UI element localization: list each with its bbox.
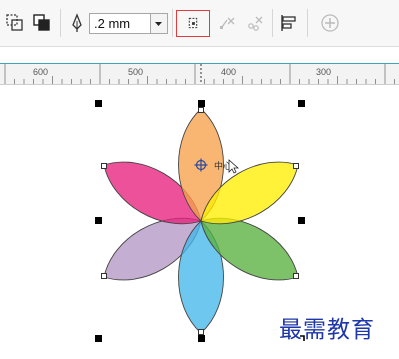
property-toolbar: .2 mm — [0, 0, 399, 47]
handle-bottom-left — [95, 335, 102, 342]
toolbar-separator — [60, 9, 61, 37]
handle-middle-right — [298, 217, 305, 224]
node-select-icon[interactable] — [176, 10, 210, 37]
ruler-label: 500 — [128, 67, 144, 77]
outline-width-dropdown[interactable]: .2 mm — [89, 13, 168, 34]
disconnect-icon — [248, 16, 263, 31]
ruler-ticks — [4, 64, 395, 84]
handle-top-left — [95, 100, 102, 107]
toolbar-separator — [307, 9, 308, 37]
toolbar-separator — [172, 9, 173, 37]
horizontal-ruler[interactable]: 600 500 400 300 — [0, 63, 399, 85]
handle-top-center — [198, 100, 205, 107]
flower-object[interactable] — [93, 108, 309, 334]
front-minus-back-icon[interactable] — [31, 12, 53, 34]
back-minus-front-icon[interactable] — [4, 12, 26, 34]
align-distribute-icon[interactable] — [278, 12, 300, 34]
handle-top-right — [298, 100, 305, 107]
ruler-label: 300 — [316, 67, 332, 77]
handle-middle-left — [95, 217, 102, 224]
add-icon — [321, 14, 339, 32]
ruler-spacer — [0, 47, 399, 63]
pen-outline-icon[interactable] — [66, 12, 88, 34]
watermark-text: 最需教育 — [279, 317, 375, 343]
break-apart-icon — [220, 17, 235, 29]
handle-bottom-center — [198, 335, 205, 342]
chevron-down-icon[interactable] — [150, 14, 167, 33]
outline-width-value: .2 mm — [94, 16, 131, 31]
cursor-icon — [228, 159, 240, 174]
ruler-label: 400 — [221, 67, 237, 77]
ruler-label: 600 — [33, 67, 49, 77]
toolbar-separator — [272, 9, 273, 37]
